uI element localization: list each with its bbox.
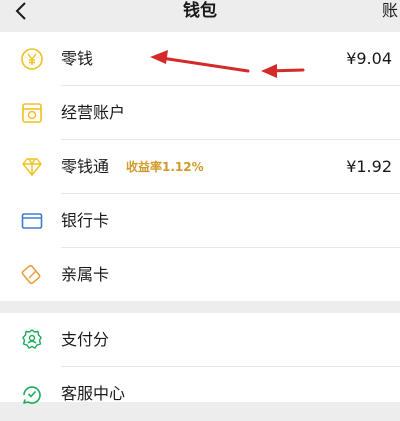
family-card-icon xyxy=(21,264,41,285)
service-item-customer-service[interactable]: 客服中心 xyxy=(0,367,400,421)
customer-service-icon xyxy=(23,386,41,404)
wallet-item-label: 零钱通 xyxy=(61,157,110,176)
wallet-item-lingqiantong[interactable]: 零钱通 收益率1.12% ¥1.92 xyxy=(0,140,400,194)
wallet-item-label: 亲属卡 xyxy=(61,265,110,284)
change-amount: ¥9.04 xyxy=(346,49,392,68)
wallet-item-bank-card[interactable]: 银行卡 xyxy=(0,194,400,248)
service-item-label: 客服中心 xyxy=(61,384,126,403)
bill-link[interactable]: 账 xyxy=(382,0,398,22)
coin-icon xyxy=(21,48,43,70)
service-item-pay-score[interactable]: 支付分 xyxy=(0,313,400,367)
wallet-group: 零钱 ¥9.04 经营账户 零钱通 收益率1.12% ¥1.92 银行卡 亲属卡 xyxy=(0,32,400,301)
bank-card-icon xyxy=(21,213,43,229)
service-item-label: 支付分 xyxy=(61,330,110,349)
wallet-item-change[interactable]: 零钱 ¥9.04 xyxy=(0,32,400,86)
yield-badge: 收益率1.12% xyxy=(126,160,204,174)
diamond-icon xyxy=(22,158,42,176)
top-bar: 钱包 账 xyxy=(0,0,400,30)
pay-score-icon xyxy=(22,329,42,349)
wallet-item-label: 银行卡 xyxy=(61,211,110,230)
services-group: 支付分 客服中心 xyxy=(0,313,400,404)
page-title: 钱包 xyxy=(183,1,217,21)
wallet-item-family-card[interactable]: 亲属卡 xyxy=(0,248,400,302)
lingqiantong-amount: ¥1.92 xyxy=(346,157,392,176)
wallet-item-business[interactable]: 经营账户 xyxy=(0,86,400,140)
wallet-item-label: 零钱 xyxy=(61,49,94,68)
wallet-item-label: 经营账户 xyxy=(61,103,126,122)
business-account-icon xyxy=(22,103,42,123)
